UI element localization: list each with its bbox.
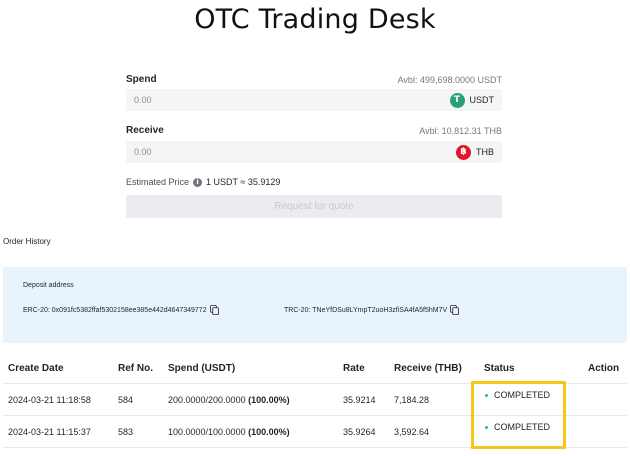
row-rate: 35.9264: [343, 427, 376, 437]
copy-icon[interactable]: [209, 305, 219, 315]
row-create-date: 2024-03-21 11:18:58: [8, 395, 91, 405]
header-receive: Receive (THB): [394, 363, 462, 374]
receive-field[interactable]: ฿ THB: [126, 141, 502, 163]
header-action: Action: [588, 363, 620, 374]
spend-coin-label: USDT: [469, 95, 495, 105]
row-spend-percent: (100.00%): [248, 427, 290, 437]
row-spend-percent: (100.00%): [248, 395, 290, 405]
order-history-heading: Order History: [3, 237, 51, 246]
row-ref-no: 583: [118, 427, 134, 437]
spend-available: Avbl: 499,698.0000 USDT: [397, 75, 502, 85]
header-status: Status: [484, 363, 515, 374]
row-rate: 35.9214: [343, 395, 376, 405]
spend-coin-selector[interactable]: T USDT: [449, 92, 495, 108]
row-ref-no: 584: [118, 395, 134, 405]
trc20-address: TRC-20: TNeYfDSu8LYmpT2uoH3zfiSA4fA5f5hM…: [284, 305, 460, 315]
header-rate: Rate: [343, 363, 365, 374]
info-icon[interactable]: i: [193, 177, 203, 187]
page-title: OTC Trading Desk: [194, 4, 436, 35]
header-spend: Spend (USDT): [168, 363, 236, 374]
estimated-price-value: 1 USDT ≈ 35.9129: [206, 177, 281, 187]
header-create-date: Create Date: [8, 363, 64, 374]
usdt-coin-icon: T: [449, 92, 465, 108]
receive-available: Avbl: 10,812.31 THB: [419, 126, 502, 136]
receive-label: Receive: [126, 125, 164, 136]
row-spend-amount: 100.0000/100.0000: [168, 427, 246, 437]
row-receive: 3,592.64: [394, 427, 430, 437]
row-spend: 100.0000/100.0000 (100.00%): [168, 427, 290, 437]
erc20-address-text: ERC-20: 0x091fc5382ffaf5302158ee385e442d…: [23, 306, 207, 314]
row-spend-amount: 200.0000/200.0000: [168, 395, 246, 405]
estimated-price-label: Estimated Price: [126, 177, 190, 187]
deposit-address-panel: Deposit address ERC-20: 0x091fc5382ffaf5…: [3, 267, 627, 343]
thb-coin-icon: ฿: [456, 144, 471, 160]
estimated-price: Estimated Price i 1 USDT ≈ 35.9129: [126, 177, 280, 187]
receive-coin-label: THB: [476, 147, 494, 157]
trc20-address-text: TRC-20: TNeYfDSu8LYmpT2uoH3zfiSA4fA5f5hM…: [284, 306, 448, 314]
row-receive: 7,184.28: [394, 395, 430, 405]
copy-icon[interactable]: [450, 305, 460, 315]
deposit-address-title: Deposit address: [23, 282, 74, 289]
receive-amount-input[interactable]: [126, 141, 426, 163]
spend-label: Spend: [126, 74, 157, 85]
spend-amount-input[interactable]: [126, 89, 426, 111]
spend-field[interactable]: T USDT: [126, 89, 502, 111]
receive-coin-selector[interactable]: ฿ THB: [456, 144, 494, 160]
header-ref-no: Ref No.: [118, 363, 153, 374]
erc20-address: ERC-20: 0x091fc5382ffaf5302158ee385e442d…: [23, 305, 219, 315]
row-spend: 200.0000/200.0000 (100.00%): [168, 395, 290, 405]
request-quote-button[interactable]: Request for quote: [126, 195, 502, 218]
orders-table-header: Create Date Ref No. Spend (USDT) Rate Re…: [3, 352, 627, 384]
status-highlight-box: [471, 381, 566, 449]
row-create-date: 2024-03-21 11:15:37: [8, 427, 91, 437]
